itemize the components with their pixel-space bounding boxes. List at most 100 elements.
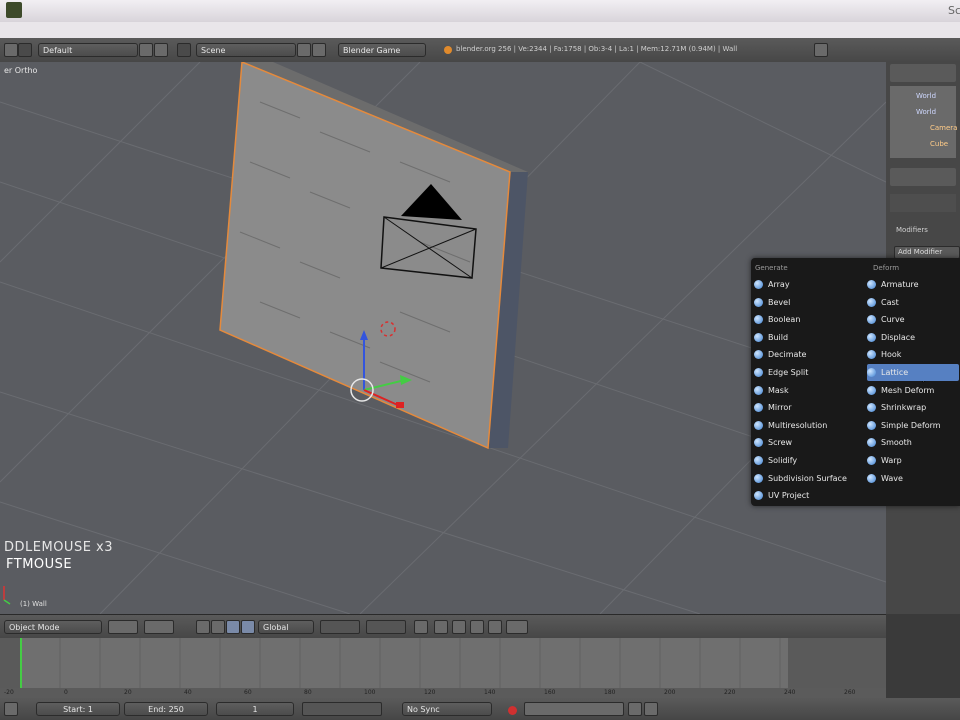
insert-keyframe-icon[interactable] [628, 702, 642, 716]
ruler-tick-label: 80 [304, 689, 312, 696]
menu-item-build[interactable]: Build [754, 329, 864, 346]
menu-item-array[interactable]: Array [754, 276, 864, 293]
scene-delete-button[interactable] [312, 43, 326, 57]
delete-keyframe-icon[interactable] [644, 702, 658, 716]
layout-add-button[interactable] [139, 43, 153, 57]
warp-icon [867, 456, 876, 465]
menu-item-mask[interactable]: Mask [754, 382, 864, 399]
menu-item-label: Mesh Deform [881, 385, 935, 395]
scene-icon[interactable] [177, 43, 191, 57]
ruler-tick-label: 200 [664, 689, 676, 696]
blender-logo-icon [444, 46, 452, 54]
translate-manipulator[interactable] [211, 620, 225, 634]
menu-item-cast[interactable]: Cast [867, 294, 959, 311]
scene-selector[interactable]: Scene [196, 43, 296, 57]
scene-add-button[interactable] [297, 43, 311, 57]
menu-item-bevel[interactable]: Bevel [754, 294, 864, 311]
current-frame-field[interactable]: 1 [216, 702, 294, 716]
start-frame-field[interactable]: Start: 1 [36, 702, 120, 716]
menu-item-label: Mask [768, 385, 789, 395]
layer-buttons-2[interactable] [366, 620, 406, 634]
menu-item-boolean[interactable]: Boolean [754, 311, 864, 328]
menu-item-label: Curve [881, 315, 905, 325]
outliner-header[interactable] [890, 64, 956, 82]
menu-item-simple-deform[interactable]: Simple Deform [867, 417, 959, 434]
axis-widget [3, 586, 11, 605]
scale-manipulator[interactable] [241, 620, 255, 634]
timeline-editor-menu[interactable] [4, 702, 18, 716]
uv-project-icon [754, 491, 763, 501]
menu-item-shrinkwrap[interactable]: Shrinkwrap [867, 399, 959, 416]
layout-selector[interactable]: Default [38, 43, 138, 57]
menu-item-wave[interactable]: Wave [867, 470, 959, 487]
snap-element-icon[interactable] [470, 620, 484, 634]
menu-item-multiresolution[interactable]: Multiresolution [754, 417, 864, 434]
proportional-edit-icon[interactable] [434, 620, 448, 634]
menu-item-mesh-deform[interactable]: Mesh Deform [867, 382, 959, 399]
properties-context-icons[interactable] [890, 194, 956, 212]
array-icon [754, 280, 763, 289]
simple-deform-icon [867, 420, 876, 430]
menu-item-curve[interactable]: Curve [867, 311, 959, 328]
rotate-manipulator[interactable] [226, 620, 240, 634]
layer-buttons-1[interactable] [320, 620, 360, 634]
playback-controls[interactable] [302, 702, 382, 716]
ruler-tick-label: 220 [724, 689, 736, 696]
curve-icon [867, 315, 876, 325]
menu-item-smooth[interactable]: Smooth [867, 434, 959, 451]
cast-icon [867, 297, 876, 307]
lock-layers-icon[interactable] [414, 620, 428, 634]
end-frame-field[interactable]: End: 250 [124, 702, 208, 716]
snap-toggle-icon[interactable] [452, 620, 466, 634]
3d-view-header: Object Mode Global [0, 614, 886, 639]
menu-item-displace[interactable]: Displace [867, 329, 959, 346]
menu-item-label: Shrinkwrap [881, 403, 927, 413]
fullscreen-icon[interactable] [814, 43, 828, 57]
orientation-selector[interactable]: Global [258, 620, 314, 634]
menu-item-uv-project[interactable]: UV Project [754, 487, 864, 504]
menu-header-deform: Deform [873, 264, 900, 272]
manipulator-toggle[interactable] [196, 620, 210, 634]
menu-item-subdivision-surface[interactable]: Subdivision Surface [754, 470, 864, 487]
render-engine-selector[interactable]: Blender Game [338, 43, 426, 57]
modifiers-panel-title[interactable]: Modifiers [896, 226, 928, 234]
mode-selector[interactable]: Object Mode [4, 620, 102, 634]
outliner[interactable]: World World Camera Cube [890, 86, 957, 158]
keying-set-field[interactable] [524, 702, 624, 716]
pivot-selector[interactable] [144, 620, 174, 634]
menu-item-warp[interactable]: Warp [867, 452, 959, 469]
menu-item-armature[interactable]: Armature [867, 276, 959, 293]
outliner-item-world[interactable]: World [916, 92, 936, 100]
active-object-label: (1) Wall [20, 600, 47, 608]
layout-delete-button[interactable] [154, 43, 168, 57]
ruler-tick-label: 100 [364, 689, 376, 696]
render-preview-icon[interactable] [506, 620, 528, 634]
ruler-tick-label: 240 [784, 689, 796, 696]
outliner-item-camera[interactable]: Camera [930, 124, 957, 132]
menu-item-label: Lattice [881, 368, 909, 377]
menu-item-decimate[interactable]: Decimate [754, 346, 864, 363]
menu-item-label: Warp [881, 456, 902, 465]
menu-item-mirror[interactable]: Mirror [754, 399, 864, 416]
menu-item-solidify[interactable]: Solidify [754, 452, 864, 469]
menu-item-lattice[interactable]: Lattice [867, 364, 959, 381]
timeline-ruler[interactable]: -20 0 20 40 60 80 100 120 140 160 180 200 220 240 260 [0, 688, 886, 698]
outliner-item-world-2[interactable]: World [916, 108, 936, 116]
shading-selector[interactable] [108, 620, 138, 634]
snap-target-icon[interactable] [488, 620, 502, 634]
menu-item-edge-split[interactable]: Edge Split [754, 364, 864, 381]
outliner-item-cube[interactable]: Cube [930, 140, 948, 148]
properties-header[interactable] [890, 168, 956, 186]
wall-object[interactable] [219, 62, 528, 450]
record-icon[interactable] [508, 706, 517, 715]
menu-item-hook[interactable]: Hook [867, 346, 959, 363]
menu-item-label: Cast [881, 297, 899, 307]
screen-icon[interactable] [18, 43, 32, 57]
boolean-icon [754, 315, 763, 325]
timeline[interactable] [0, 638, 886, 688]
input-hint-left: FTMOUSE [6, 557, 73, 572]
menu-item-screw[interactable]: Screw [754, 434, 864, 451]
add-modifier-menu[interactable]: Generate Deform Array Bevel Boolean Build De… [751, 258, 960, 506]
editor-type-menu[interactable] [4, 43, 18, 57]
sync-selector[interactable]: No Sync [402, 702, 492, 716]
